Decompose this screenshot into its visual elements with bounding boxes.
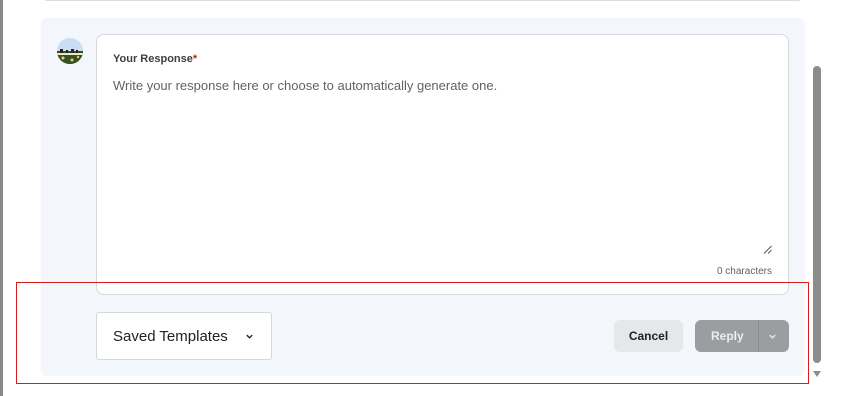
- saved-templates-label: Saved Templates: [113, 327, 228, 345]
- previous-card: [41, 0, 804, 1]
- response-label: Your Response*: [113, 53, 197, 65]
- reply-divider: [758, 320, 759, 352]
- arrow-down-icon[interactable]: [812, 370, 822, 378]
- chevron-down-icon[interactable]: [768, 332, 777, 341]
- response-textarea[interactable]: Your Response* Write your response here …: [96, 34, 789, 295]
- reply-button[interactable]: Reply: [695, 320, 789, 352]
- required-marker: *: [192, 53, 198, 65]
- page: Your Response* Write your response here …: [0, 0, 851, 396]
- saved-templates-dropdown[interactable]: Saved Templates: [96, 312, 272, 360]
- cancel-button[interactable]: Cancel: [614, 320, 683, 352]
- response-label-text: Your Response: [113, 53, 193, 65]
- chevron-down-icon: [246, 334, 253, 339]
- avatar: [57, 38, 83, 64]
- avatar-photo: [57, 38, 83, 64]
- response-placeholder: Write your response here or choose to au…: [113, 78, 498, 93]
- left-edge-border: [0, 0, 3, 396]
- resize-grip-icon[interactable]: [763, 245, 772, 254]
- reply-label: Reply: [711, 329, 744, 343]
- character-count: 0 characters: [716, 266, 772, 277]
- scrollbar-thumb[interactable]: [813, 66, 821, 363]
